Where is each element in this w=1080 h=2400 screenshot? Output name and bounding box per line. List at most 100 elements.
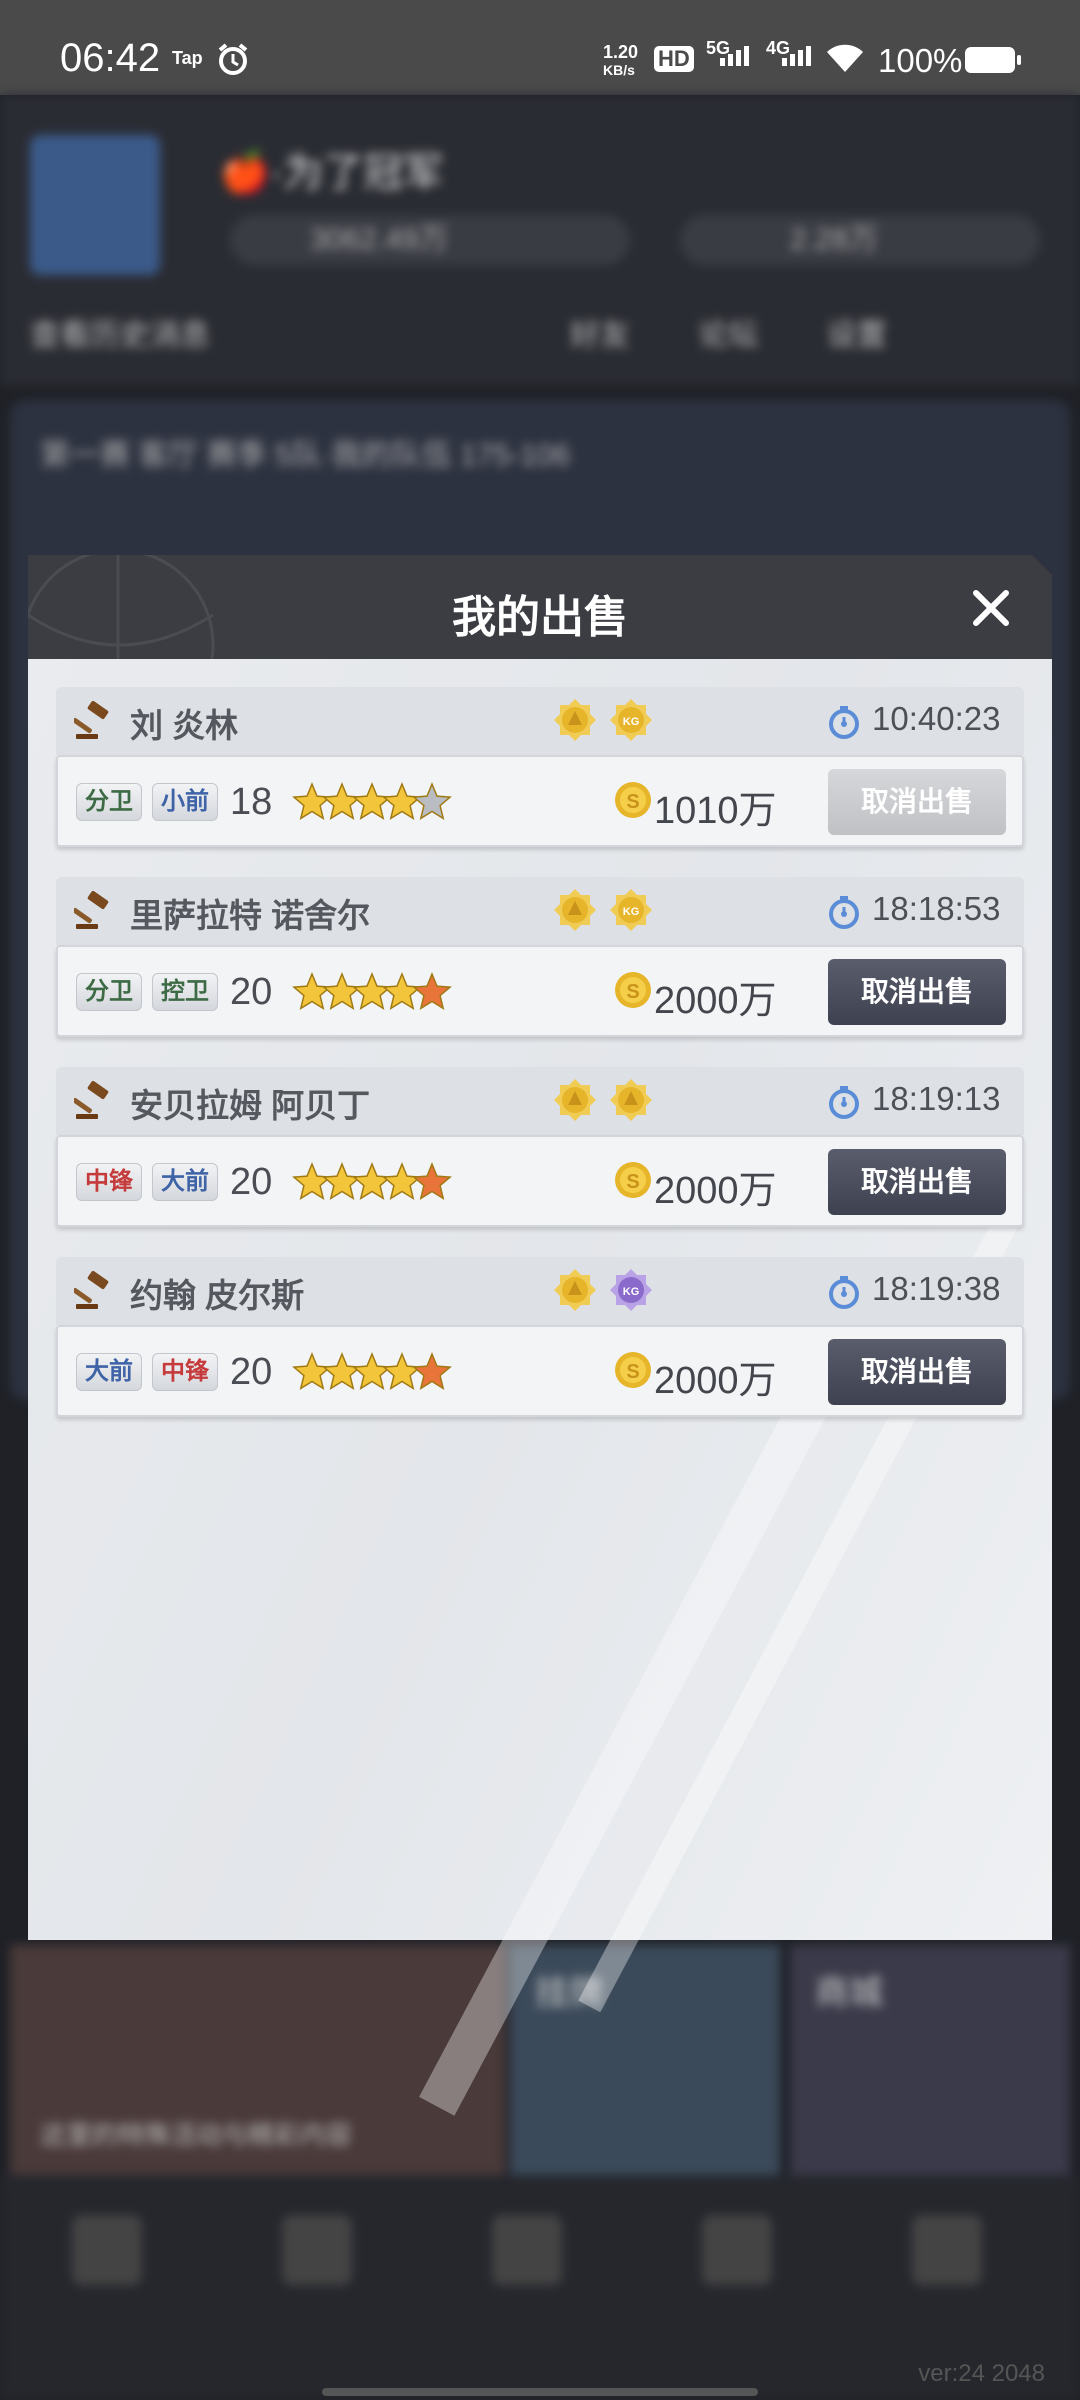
home-indicator[interactable]: [322, 2388, 758, 2396]
position-tag: 控卫: [152, 973, 218, 1011]
my-sales-dialog: 我的出售 刘 炎林 KG 10:40:23 分卫 小前 18 S 1010万 取消出售 里萨拉特 …: [28, 555, 1052, 2116]
star-icon: [412, 782, 452, 820]
star-icon: [352, 1162, 392, 1200]
status-time: 06:42: [60, 36, 161, 80]
sale-price: 1010万: [654, 790, 777, 832]
gem-balance: 2.28万: [680, 215, 1040, 265]
sale-price: 2000万: [654, 1170, 777, 1212]
timer-icon: [826, 704, 862, 740]
event-caption: 这里的特殊活动与精彩内容: [40, 2120, 353, 2150]
position-tag: 中锋: [152, 1353, 218, 1391]
listing-header: 里萨拉特 诺舍尔 KG 18:18:53: [56, 877, 1024, 945]
star-rating: [290, 969, 460, 1017]
listing-timer: 18:19:38: [872, 1270, 1001, 1307]
listing-card: 挂牌: [510, 1945, 780, 2175]
listing-details: 中锋 大前 20 S 2000万 取消出售: [56, 1135, 1024, 1227]
signal-icon: [782, 46, 811, 66]
listing-timer: 18:19:13: [872, 1080, 1001, 1117]
battery-icon: [965, 47, 1021, 73]
nav-icon: [72, 2215, 142, 2285]
svg-text:KG: KG: [623, 906, 640, 918]
star-icon: [322, 972, 362, 1010]
sale-listing: 安贝拉姆 阿贝丁 18:19:13 中锋 大前 20 S 2000万 取消出售: [56, 1067, 1024, 1235]
hd-icon: HD: [654, 46, 694, 72]
wifi-icon: [827, 44, 863, 72]
kg-badge-icon: KG: [608, 1267, 654, 1313]
gavel-icon: [72, 700, 114, 741]
listing-timer: 10:40:23: [872, 700, 1001, 737]
timer-icon: [826, 894, 862, 930]
star-rating: [290, 1349, 460, 1397]
gavel-icon: [72, 1270, 114, 1311]
listing-header: 刘 炎林 KG 10:40:23: [56, 687, 1024, 755]
player-name: 安贝拉姆 阿贝丁: [130, 1087, 371, 1124]
position-tag: 小前: [152, 783, 218, 821]
star-icon: [322, 1352, 362, 1390]
star-icon: [292, 1162, 332, 1200]
listing-timer: 18:18:53: [872, 890, 1001, 927]
star-icon: [352, 972, 392, 1010]
star-icon: [292, 972, 332, 1010]
star-icon: [382, 782, 422, 820]
kg-badge-icon: [608, 1077, 654, 1123]
position-tag: 大前: [152, 1163, 218, 1201]
kg-badge-icon: KG: [608, 697, 654, 743]
timer-icon: [826, 1084, 862, 1120]
player-level: 18: [230, 781, 273, 823]
position-tag: 分卫: [76, 783, 142, 821]
top-links: 好友 论坛 设置: [570, 319, 887, 352]
star-rating: [290, 779, 460, 827]
star-rating: [290, 1159, 460, 1207]
sale-listing: 约翰 皮尔斯 KG 18:19:38 大前 中锋 20 S 2000万 取消出售: [56, 1257, 1024, 1425]
avatar: [30, 135, 160, 275]
net-speed: 1.20: [603, 42, 639, 62]
listing-details: 大前 中锋 20 S 2000万 取消出售: [56, 1325, 1024, 1417]
cancel-sale-button[interactable]: 取消出售: [828, 1149, 1006, 1215]
player-badge-icon: [552, 887, 598, 933]
listing-details: 分卫 控卫 20 S 2000万 取消出售: [56, 945, 1024, 1037]
star-icon: [322, 1162, 362, 1200]
shop-card-label: 商城: [815, 1974, 883, 2012]
player-name: 约翰 皮尔斯: [130, 1277, 305, 1314]
player-level: 20: [230, 971, 273, 1013]
message-link: 查看历史消息: [30, 319, 210, 352]
svg-text:S: S: [626, 981, 639, 1003]
gavel-icon: [72, 890, 114, 931]
star-icon: [382, 1352, 422, 1390]
star-icon: [382, 1162, 422, 1200]
svg-text:KG: KG: [623, 716, 640, 728]
star-icon: [412, 1162, 452, 1200]
listing-details: 分卫 小前 18 S 1010万 取消出售: [56, 755, 1024, 847]
player-badge-icon: [552, 1267, 598, 1313]
star-icon: [322, 782, 362, 820]
player-level: 20: [230, 1161, 273, 1203]
nav-icon: [912, 2215, 982, 2285]
battery-percent: 100%: [878, 42, 963, 79]
dialog-body: 刘 炎林 KG 10:40:23 分卫 小前 18 S 1010万 取消出售 里萨拉特 诺舍尔 KG…: [28, 659, 1052, 2116]
star-icon: [382, 972, 422, 1010]
coin-icon: S: [614, 1161, 652, 1199]
star-icon: [292, 782, 332, 820]
dialog-header: 我的出售: [28, 555, 1052, 659]
coin-balance: 3062.49万: [230, 215, 630, 265]
player-name: 里萨拉特 诺舍尔: [130, 897, 371, 934]
listing-header: 安贝拉姆 阿贝丁 18:19:13: [56, 1067, 1024, 1135]
svg-text:S: S: [626, 1361, 639, 1383]
nav-icon: [282, 2215, 352, 2285]
star-icon: [412, 972, 452, 1010]
cancel-sale-button[interactable]: 取消出售: [828, 959, 1006, 1025]
nav-icon: [702, 2215, 772, 2285]
sale-price: 2000万: [654, 1360, 777, 1402]
player-level: 20: [230, 1351, 273, 1393]
position-tag: 中锋: [76, 1163, 142, 1201]
status-bar: 06:42 Tap 1.20 KB/s HD 5G 4G 100%: [0, 0, 1080, 95]
version-label: ver:24 2048: [918, 2360, 1045, 2387]
position-tag: 分卫: [76, 973, 142, 1011]
cancel-sale-button[interactable]: 取消出售: [828, 769, 1006, 835]
player-badge-icon: [552, 697, 598, 743]
close-icon[interactable]: [966, 583, 1016, 633]
coin-icon: S: [614, 781, 652, 819]
cancel-sale-button[interactable]: 取消出售: [828, 1339, 1006, 1405]
coin-icon: S: [614, 971, 652, 1009]
star-icon: [412, 1352, 452, 1390]
